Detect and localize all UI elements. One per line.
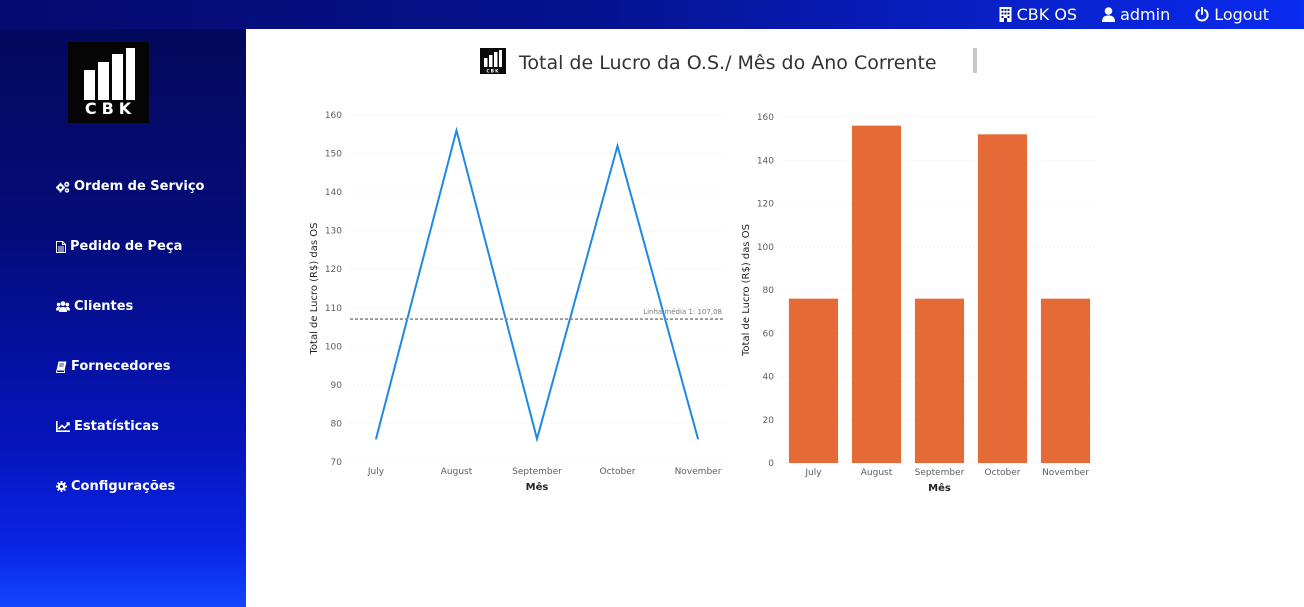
y-tick-label: 40 [763, 373, 775, 383]
book-icon [56, 361, 67, 373]
bar [851, 125, 902, 464]
y-tick-label: 100 [757, 243, 774, 253]
y-tick-label: 120 [325, 265, 342, 275]
series-line [375, 126, 699, 443]
sidebar-item-clientes[interactable]: Clientes [56, 299, 133, 314]
y-tick-label: 20 [763, 416, 775, 426]
y-tick-label: 160 [325, 111, 342, 121]
x-tick-label: October [599, 467, 635, 477]
line-chart: 70 80 90 100 110 120 130 140 150 160 Linha média 1… [309, 111, 724, 493]
sidebar-item-pedido-de-peca[interactable]: Pedido de Peça [56, 239, 182, 254]
y-tick-label: 0 [768, 459, 774, 469]
bar [914, 298, 965, 463]
x-tick-label: September [512, 467, 562, 477]
y-tick-label: 60 [763, 329, 775, 339]
x-axis-title: Mês [526, 481, 549, 493]
x-tick-label: August [441, 467, 473, 477]
x-tick-label: August [861, 468, 893, 478]
nav-logout-link[interactable]: Logout [1195, 5, 1269, 24]
cbk-logo-icon: CBK [480, 48, 506, 78]
x-tick-label: November [1042, 468, 1089, 478]
data-point [536, 438, 538, 440]
main-content: CBK Total de Lucro da O.S./ Mês do Ano C… [246, 29, 1304, 607]
gear-icon [56, 481, 67, 492]
svg-text:CBK: CBK [486, 69, 499, 75]
sidebar-item-label: Fornecedores [71, 359, 171, 374]
y-tick-label: 140 [325, 188, 342, 198]
y-tick-label: 160 [757, 113, 774, 123]
sidebar-item-label: Estatísticas [74, 419, 159, 434]
bar [1040, 298, 1091, 463]
user-icon [1102, 7, 1116, 22]
y-tick-label: 80 [331, 419, 343, 429]
page-header: CBK Total de Lucro da O.S./ Mês do Ano C… [480, 48, 937, 78]
bar [977, 134, 1028, 464]
top-navbar: CBK OS admin Logout [0, 0, 1304, 29]
nav-cbk-os-label: CBK OS [1016, 5, 1078, 24]
y-tick-label: 110 [325, 304, 342, 314]
data-point [697, 438, 699, 440]
bar-chart: 0 20 40 60 80 100 120 140 160 July August September… [741, 113, 1097, 494]
y-tick-label: 80 [763, 286, 775, 296]
sidebar: CBK Ordem de Serviço Pedido de Peça Clie… [0, 29, 246, 607]
y-axis-title: Total de Lucro (R$) das OS [309, 222, 320, 355]
y-tick-label: 120 [757, 200, 774, 210]
x-tick-label: July [804, 468, 822, 478]
y-tick-label: 140 [757, 156, 774, 166]
data-point [455, 129, 458, 132]
users-icon [56, 301, 70, 312]
building-icon [999, 7, 1012, 22]
y-tick-label: 90 [331, 381, 343, 391]
sidebar-item-estatisticas[interactable]: Estatísticas [56, 419, 159, 434]
sidebar-item-label: Configurações [71, 479, 176, 494]
y-tick-label: 150 [325, 150, 342, 160]
cbk-logo[interactable]: CBK [68, 42, 149, 123]
y-tick-label: 100 [325, 342, 342, 352]
sidebar-item-label: Ordem de Serviço [74, 179, 205, 194]
logo-text: CBK [84, 99, 137, 118]
document-icon [56, 240, 66, 253]
x-axis-title: Mês [928, 482, 951, 494]
logo-bars-icon [84, 48, 135, 100]
nav-cbk-os-link[interactable]: CBK OS [999, 5, 1077, 24]
nav-logout-label: Logout [1214, 5, 1269, 24]
sidebar-item-label: Clientes [74, 299, 134, 314]
page-title: Total de Lucro da O.S./ Mês do Ano Corre… [519, 52, 937, 74]
sidebar-item-configuracoes[interactable]: Configurações [56, 479, 175, 494]
x-tick-label: September [915, 468, 965, 478]
x-tick-label: July [367, 467, 385, 477]
line-chart-icon [56, 421, 70, 432]
data-point [375, 438, 377, 440]
power-icon [1195, 7, 1209, 22]
sidebar-item-fornecedores[interactable]: Fornecedores [56, 359, 171, 374]
y-tick-label: 130 [325, 227, 342, 237]
bar [788, 298, 839, 463]
gears-icon [56, 181, 70, 193]
sidebar-item-ordem-de-servico[interactable]: Ordem de Serviço [56, 179, 204, 194]
x-tick-label: October [984, 468, 1020, 478]
average-line-label: Linha média 1: 107,08 [643, 308, 722, 316]
header-divider [973, 48, 977, 73]
sidebar-item-label: Pedido de Peça [70, 239, 183, 254]
top-nav-links: CBK OS admin Logout [999, 0, 1269, 29]
x-tick-label: November [675, 467, 722, 477]
data-point [616, 145, 619, 147]
y-tick-label: 70 [331, 458, 343, 468]
y-axis-title: Total de Lucro (R$) das OS [741, 224, 752, 357]
nav-admin-link[interactable]: admin [1102, 5, 1170, 24]
nav-admin-label: admin [1120, 5, 1171, 24]
